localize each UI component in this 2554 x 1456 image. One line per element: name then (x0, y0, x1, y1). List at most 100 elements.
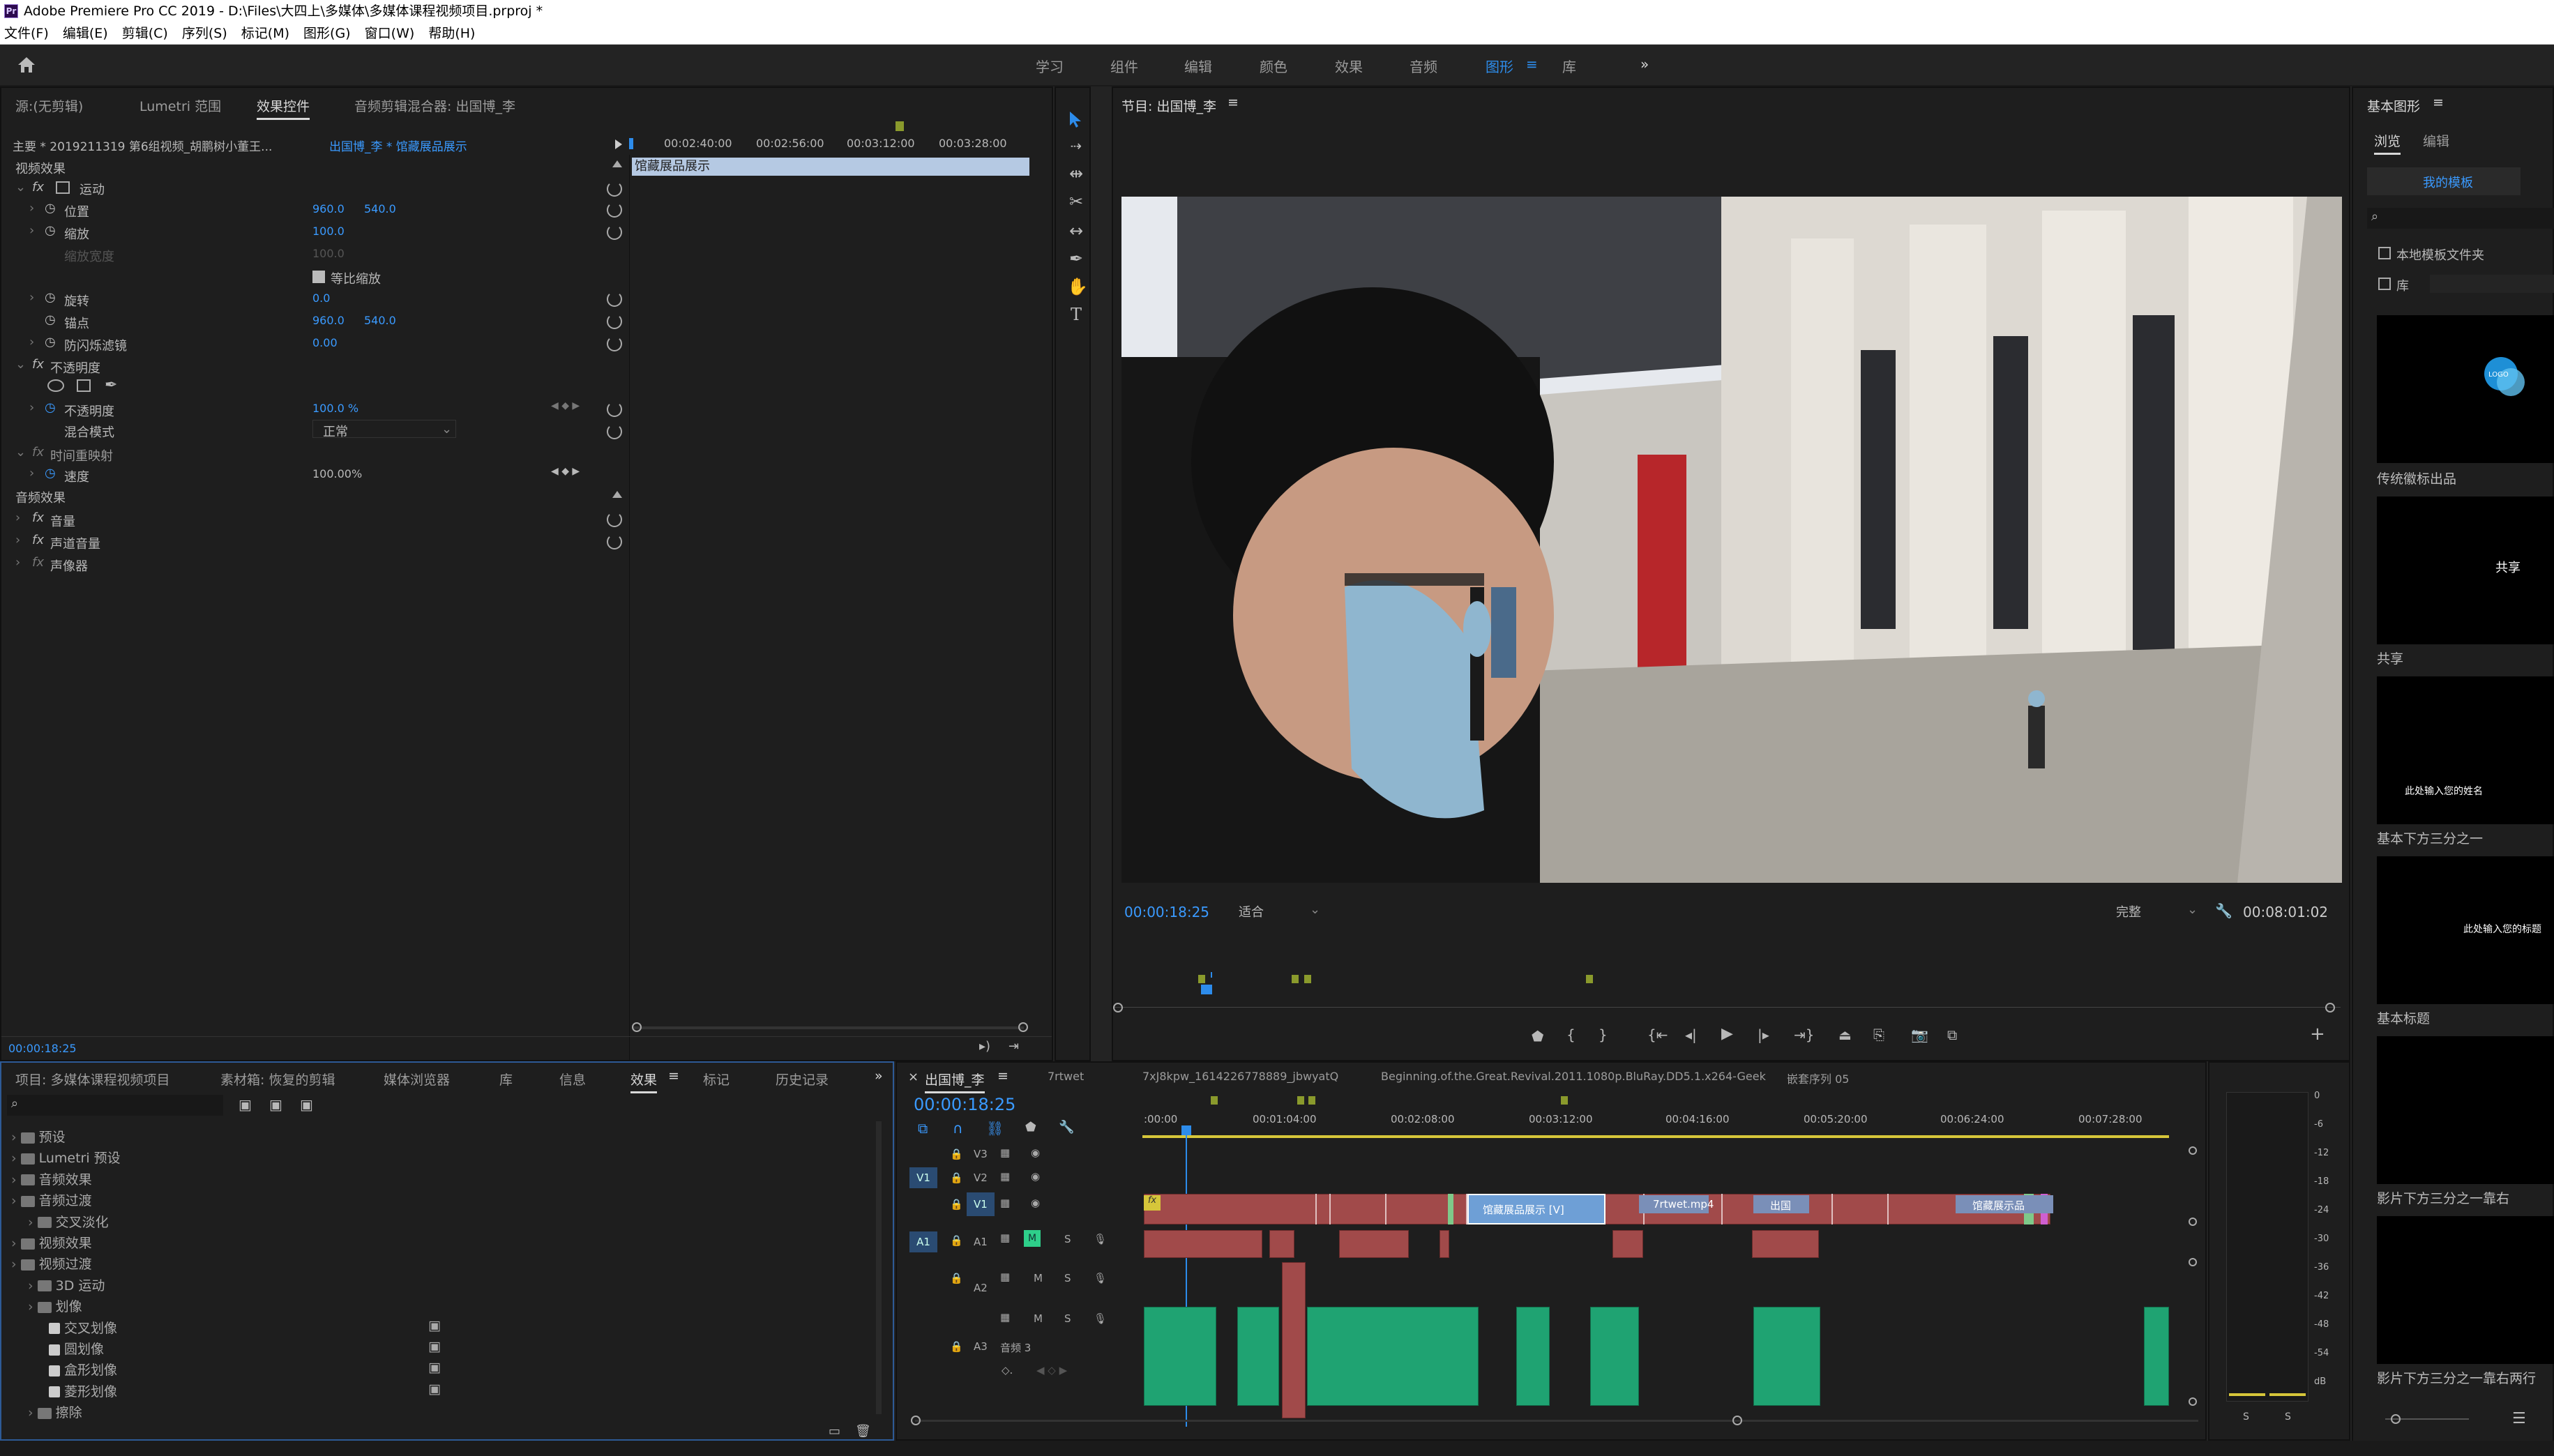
expand-arrow-icon[interactable]: › (11, 1236, 17, 1251)
menu-edit[interactable]: 编辑(E) (63, 26, 108, 41)
template-thumb-share[interactable]: 共享 (2377, 496, 2554, 644)
position-expand-icon[interactable]: › (29, 201, 34, 215)
v-scroll-a[interactable] (2189, 1258, 2197, 1266)
audio-clip-a3[interactable] (1144, 1307, 1216, 1406)
trash-icon[interactable]: 🗑 (855, 1424, 871, 1439)
audio-clip-a1[interactable] (1339, 1230, 1409, 1258)
speed-value[interactable]: 100.00% (312, 467, 362, 480)
audio-clip-a1[interactable] (1440, 1230, 1449, 1258)
tab-media-browser[interactable]: 媒体浏览器 (384, 1070, 450, 1089)
template-thumb-lower-third[interactable]: 此处输入您的姓名 (2377, 676, 2554, 824)
nest-toggle-icon[interactable]: ⧉ (918, 1120, 928, 1137)
new-bin-icon[interactable]: ▭ (829, 1424, 840, 1439)
workspace-graphics[interactable]: 图形 (1486, 56, 1513, 76)
linked-selection-icon[interactable]: ⛓ (986, 1120, 1004, 1137)
audio-clip-a1[interactable] (1269, 1230, 1294, 1258)
mute-button-on[interactable]: M (1024, 1230, 1041, 1247)
close-tab-icon[interactable]: × (908, 1070, 919, 1084)
reset-rotation-icon[interactable] (607, 291, 622, 307)
anchor-x-value[interactable]: 960.0 (312, 314, 345, 327)
expand-arrow-icon[interactable]: › (11, 1151, 17, 1166)
sequence-clip-label[interactable]: 出国博_李 * 馆藏展品展示 (329, 137, 467, 154)
master-clip-label[interactable]: 主要 * 2019211319 第6组视频_胡鹏树小董王... (13, 137, 272, 154)
expand-arrow-icon[interactable]: › (11, 1172, 17, 1188)
audio-clip-a3[interactable] (2144, 1307, 2169, 1406)
audio-clip-a3[interactable] (1516, 1307, 1550, 1406)
selection-tool-icon[interactable] (1067, 110, 1084, 128)
ec-zoom-handle-right[interactable] (1018, 1022, 1028, 1032)
tab-project[interactable]: 项目: 多媒体课程视频项目 (15, 1070, 169, 1089)
menu-file[interactable]: 文件(F) (4, 26, 49, 41)
rectangle-mask-icon[interactable] (77, 379, 91, 392)
effects-tree-item[interactable]: › Lumetri 预设 (11, 1148, 121, 1167)
effects-tree-item[interactable]: 交叉划像 ▣ (45, 1318, 441, 1337)
go-to-in-icon[interactable]: {⇤ (1647, 1026, 1668, 1043)
template-thumb-logo[interactable]: LOGO (2377, 315, 2554, 463)
audio-clip-a3[interactable] (1237, 1307, 1279, 1406)
panel-menu-icon[interactable]: ≡ (1227, 95, 1239, 110)
collapse-video-icon[interactable] (612, 160, 622, 167)
sync-lock-icon[interactable]: ▦ (1000, 1231, 1010, 1244)
workspace-effects[interactable]: 效果 (1335, 56, 1363, 76)
opacity-expand-icon[interactable]: ⌄ (15, 357, 26, 372)
local-folder-checkbox[interactable] (2378, 247, 2391, 259)
timeline-marker[interactable] (1211, 1096, 1218, 1105)
stopwatch-icon[interactable]: ◷ (45, 290, 56, 305)
program-marker[interactable] (1586, 975, 1593, 983)
effects-tree-item[interactable]: › 交叉淡化 (28, 1212, 109, 1231)
work-area-bar[interactable] (1142, 1135, 2169, 1138)
stopwatch-icon[interactable]: ◷ (45, 201, 56, 215)
sync-lock-icon[interactable]: ▦ (1000, 1146, 1010, 1159)
track-select-tool-icon[interactable]: ⇢ (1067, 137, 1085, 155)
timeline-marker[interactable] (1308, 1096, 1315, 1105)
video-clip[interactable]: 出国 (1753, 1195, 1809, 1213)
position-x-value[interactable]: 960.0 (312, 202, 345, 215)
menu-help[interactable]: 帮助(H) (428, 26, 475, 41)
opacity-param-expand-icon[interactable]: › (29, 400, 34, 415)
stopwatch-active-icon[interactable]: ◷ (45, 466, 56, 480)
sync-lock-icon[interactable]: ▦ (1000, 1311, 1010, 1324)
reset-motion-icon[interactable] (607, 181, 622, 197)
tab-history[interactable]: 历史记录 (776, 1070, 829, 1089)
sync-lock-icon[interactable]: ▦ (1000, 1197, 1010, 1209)
effects-tree-item[interactable]: 盒形划像 ▣ (45, 1360, 441, 1379)
timeline-h-scrollbar[interactable] (915, 1420, 2198, 1422)
menu-graphics[interactable]: 图形(G) (303, 26, 351, 41)
expand-arrow-icon[interactable]: › (11, 1257, 17, 1272)
add-marker-icon[interactable]: ⬟ (1025, 1120, 1036, 1135)
expand-arrow-icon[interactable]: › (28, 1215, 33, 1230)
tab-info[interactable]: 信息 (559, 1070, 586, 1089)
v-scroll-mid[interactable] (2189, 1218, 2197, 1226)
collapse-audio-icon[interactable] (612, 491, 622, 498)
volume-expand-icon[interactable]: › (15, 510, 20, 525)
effects-search-input[interactable]: ⌕ (7, 1095, 223, 1116)
ec-zoom-handle-left[interactable] (632, 1022, 642, 1032)
reset-opacity-icon[interactable] (607, 402, 622, 417)
tab-bin[interactable]: 素材箱: 恢复的剪辑 (220, 1070, 335, 1089)
timeline-marker[interactable] (1297, 1096, 1304, 1105)
solo-button[interactable]: S (1064, 1272, 1071, 1284)
panel-menu-icon[interactable]: ≡ (2433, 95, 2444, 110)
add-marker-icon[interactable]: ⬟ (1532, 1028, 1543, 1045)
effects-tree-item[interactable]: 圆划像 ▣ (45, 1339, 441, 1358)
type-tool-icon[interactable]: T (1067, 305, 1085, 324)
motion-expand-icon[interactable]: ⌄ (15, 180, 26, 195)
source-patch-a1[interactable]: A1 (909, 1231, 937, 1252)
ellipse-mask-icon[interactable] (47, 379, 64, 392)
tab-libraries[interactable]: 库 (499, 1070, 513, 1089)
voiceover-mic-icon[interactable]: 🎙 (1094, 1312, 1107, 1325)
timeline-zoom-left[interactable] (911, 1416, 921, 1425)
audio-clip-a3[interactable] (1753, 1307, 1820, 1406)
template-thumb-title[interactable]: 此处输入您的标题 (2377, 856, 2554, 1004)
track-v3[interactable]: V3 (974, 1148, 988, 1160)
lift-icon[interactable]: ⏏ (1838, 1026, 1852, 1043)
mute-button[interactable]: M (1034, 1272, 1043, 1284)
reset-anchor-icon[interactable] (607, 314, 622, 329)
rotation-expand-icon[interactable]: › (29, 290, 34, 305)
menu-clip[interactable]: 剪辑(C) (122, 26, 168, 41)
ec-clip-bar[interactable]: 馆藏展品展示 (632, 158, 1029, 176)
effects-tree-item[interactable]: › 音频效果 (11, 1169, 92, 1188)
tab-markers[interactable]: 标记 (703, 1070, 730, 1089)
razor-tool-icon[interactable]: ✂ (1067, 192, 1085, 211)
ec-current-time[interactable]: 00:00:18:25 (8, 1042, 77, 1055)
